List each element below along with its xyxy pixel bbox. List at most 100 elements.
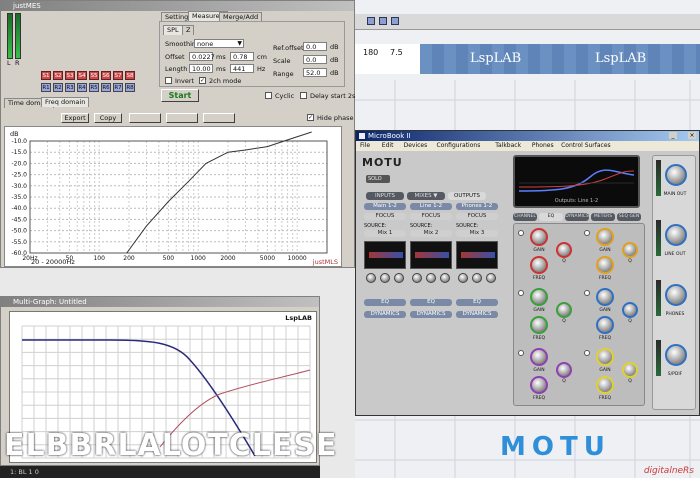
output-name-button[interactable]: Line 1-2: [410, 203, 452, 210]
focus-button[interactable]: FOCUS: [364, 213, 406, 220]
tab-z[interactable]: Z: [182, 25, 195, 35]
menu-item[interactable]: Configurations: [437, 142, 481, 149]
output-name-button[interactable]: Phones 1-2: [456, 203, 498, 210]
eq-q-knob[interactable]: [556, 362, 572, 378]
tab-seq-gen[interactable]: SEQ GEN: [617, 213, 641, 221]
eq-q-knob[interactable]: [622, 302, 638, 318]
cyclic-checkbox[interactable]: [265, 92, 272, 99]
eq-q-knob[interactable]: [556, 242, 572, 258]
output-small-knob[interactable]: [366, 273, 376, 283]
range-field[interactable]: 52.0: [303, 68, 327, 77]
focus-button[interactable]: FOCUS: [410, 213, 452, 220]
eq-gain-knob[interactable]: [596, 348, 614, 366]
tab-meters[interactable]: METERS: [591, 213, 615, 221]
toolbar-icon[interactable]: [391, 17, 399, 25]
eq-band-bypass[interactable]: [518, 230, 524, 236]
output-volume-knob[interactable]: [665, 344, 687, 366]
eq-band-bypass[interactable]: [518, 350, 524, 356]
source-select[interactable]: Mix 2: [410, 230, 452, 237]
tab-outputs[interactable]: OUTPUTS: [448, 192, 486, 200]
smoothing-select[interactable]: none ▼: [194, 39, 244, 48]
eq-freq-knob[interactable]: [596, 376, 614, 394]
menu-item[interactable]: Devices: [404, 142, 428, 149]
start-button[interactable]: Start: [161, 89, 199, 102]
output-small-knob[interactable]: [394, 273, 404, 283]
return-button[interactable]: R6: [101, 83, 111, 92]
length-ms-field[interactable]: 10.00: [189, 64, 213, 73]
offset-ms-field[interactable]: 0.0227: [189, 52, 215, 61]
hide-phase-checkbox[interactable]: ✓: [307, 114, 314, 121]
source-button[interactable]: S4: [77, 71, 87, 80]
menu-item[interactable]: Control Surfaces: [561, 142, 611, 149]
menu-item[interactable]: Edit: [382, 142, 394, 149]
source-button[interactable]: S8: [125, 71, 135, 80]
source-button[interactable]: S7: [113, 71, 123, 80]
eq-toggle-button[interactable]: EQ: [410, 299, 452, 306]
return-button[interactable]: R8: [125, 83, 135, 92]
export-button[interactable]: Export: [61, 113, 89, 123]
eq-freq-knob[interactable]: [596, 316, 614, 334]
blank-button-1[interactable]: [129, 113, 161, 123]
blank-button-2[interactable]: [166, 113, 198, 123]
output-small-knob[interactable]: [458, 273, 468, 283]
toolbar-icon[interactable]: [367, 17, 375, 25]
tab-spl[interactable]: SPL: [163, 25, 183, 35]
delay-checkbox[interactable]: [300, 92, 307, 99]
offset-cm-field[interactable]: 0.78: [230, 52, 254, 61]
dynamics-toggle-button[interactable]: DYNAMICS: [364, 311, 406, 318]
twoch-checkbox[interactable]: ✓: [199, 77, 206, 84]
output-small-knob[interactable]: [412, 273, 422, 283]
eq-toggle-button[interactable]: EQ: [364, 299, 406, 306]
return-button[interactable]: R2: [53, 83, 63, 92]
output-small-knob[interactable]: [440, 273, 450, 283]
eq-band-bypass[interactable]: [518, 290, 524, 296]
tab-eq[interactable]: EQ: [539, 213, 563, 221]
return-button[interactable]: R4: [77, 83, 87, 92]
output-small-knob[interactable]: [486, 273, 496, 283]
eq-freq-knob[interactable]: [530, 376, 548, 394]
menu-item[interactable]: Talkback: [495, 142, 521, 149]
return-button[interactable]: R7: [113, 83, 123, 92]
return-button[interactable]: R5: [89, 83, 99, 92]
focus-button[interactable]: FOCUS: [456, 213, 498, 220]
eq-gain-knob[interactable]: [530, 288, 548, 306]
source-button[interactable]: S1: [41, 71, 51, 80]
tab-inputs[interactable]: INPUTS: [366, 192, 404, 200]
output-small-knob[interactable]: [380, 273, 390, 283]
source-button[interactable]: S2: [53, 71, 63, 80]
eq-gain-knob[interactable]: [596, 228, 614, 246]
source-button[interactable]: S3: [65, 71, 75, 80]
output-volume-knob[interactable]: [665, 284, 687, 306]
output-volume-knob[interactable]: [665, 224, 687, 246]
minimize-icon[interactable]: _: [669, 132, 677, 139]
output-volume-knob[interactable]: [665, 164, 687, 186]
menu-item[interactable]: Phones: [532, 142, 554, 149]
eq-q-knob[interactable]: [556, 302, 572, 318]
close-icon[interactable]: ×: [688, 132, 696, 139]
tab-channel[interactable]: CHANNEL: [513, 213, 537, 221]
ref-offset-field[interactable]: 0.0: [303, 42, 327, 51]
eq-gain-knob[interactable]: [530, 348, 548, 366]
source-button[interactable]: S6: [101, 71, 111, 80]
output-small-knob[interactable]: [472, 273, 482, 283]
source-button[interactable]: S5: [89, 71, 99, 80]
tab-dynamics[interactable]: DYNAMICS: [565, 213, 589, 221]
dynamics-toggle-button[interactable]: DYNAMICS: [410, 311, 452, 318]
eq-toggle-button[interactable]: EQ: [456, 299, 498, 306]
invert-checkbox[interactable]: [165, 77, 172, 84]
solo-button[interactable]: SOLO: [366, 175, 390, 183]
eq-freq-knob[interactable]: [530, 256, 548, 274]
scale-field[interactable]: 0.0: [303, 55, 327, 64]
length-hz-field[interactable]: 441: [230, 64, 254, 73]
tab-freq-domain[interactable]: Freq domain: [41, 97, 90, 107]
dynamics-toggle-button[interactable]: DYNAMICS: [456, 311, 498, 318]
eq-freq-knob[interactable]: [530, 316, 548, 334]
source-select[interactable]: Mix 1: [364, 230, 406, 237]
return-button[interactable]: R3: [65, 83, 75, 92]
eq-band-bypass[interactable]: [584, 230, 590, 236]
eq-gain-knob[interactable]: [530, 228, 548, 246]
blank-button-3[interactable]: [203, 113, 235, 123]
eq-band-bypass[interactable]: [584, 290, 590, 296]
copy-button[interactable]: Copy: [94, 113, 122, 123]
toolbar-icon[interactable]: [379, 17, 387, 25]
